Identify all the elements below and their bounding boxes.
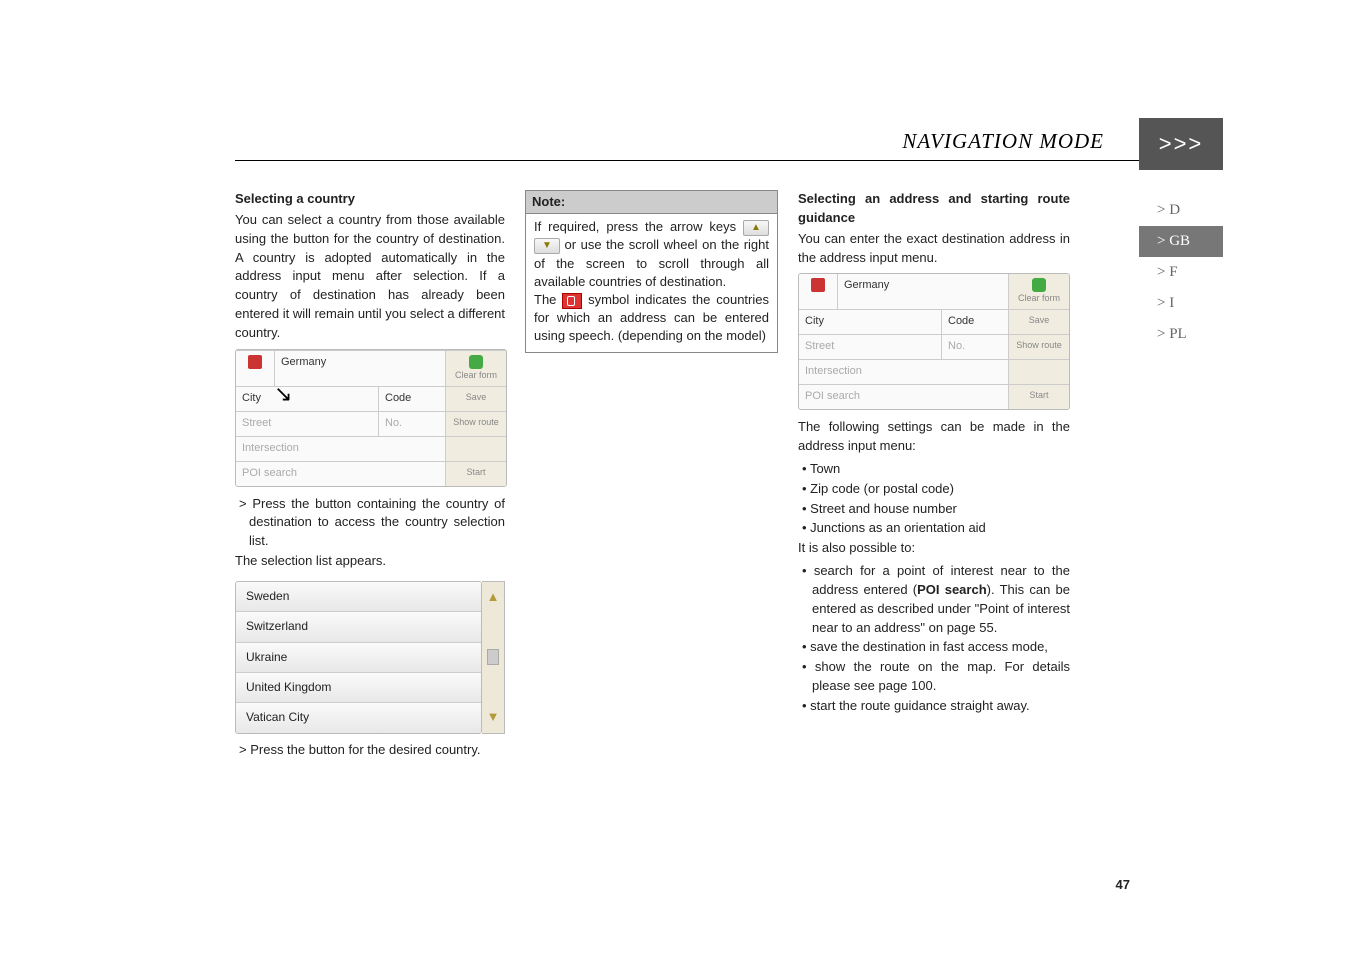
fig2-spacer xyxy=(1009,360,1069,384)
scroll-down-icon: ▼ xyxy=(487,708,500,727)
side-nav-item: > F xyxy=(1139,257,1223,288)
col3-bullet: save the destination in fast access mode… xyxy=(798,638,1070,657)
col1-p1: You can select a country from those avai… xyxy=(235,211,505,343)
fig2-show-label: Show route xyxy=(1009,335,1069,359)
list-item: Ukraine xyxy=(236,642,481,672)
col3-p3: It is also possible to: xyxy=(798,539,1070,558)
col3-bullet: Junctions as an orientation aid xyxy=(798,519,1070,538)
col3-p2: The following settings can be made in th… xyxy=(798,418,1070,456)
scroll-up-icon: ▲ xyxy=(487,588,500,607)
fig2-start-label: Start xyxy=(1009,385,1069,409)
column-3: Selecting an address and starting route … xyxy=(798,190,1070,761)
column-1: Selecting a country You can select a cou… xyxy=(235,190,505,761)
fig-start-label: Start xyxy=(446,462,506,486)
col3-bullet: Town xyxy=(798,460,1070,479)
col3-heading: Selecting an address and starting route … xyxy=(798,190,1070,228)
fig-show-label: Show route xyxy=(446,412,506,436)
fig-city: City xyxy=(236,387,379,411)
side-nav-item: > D xyxy=(1139,195,1223,226)
note-box: Note: If required, press the arrow keys … xyxy=(525,190,778,353)
list-item: United Kingdom xyxy=(236,672,481,702)
scroll-thumb xyxy=(487,649,499,665)
side-nav-item: > I xyxy=(1139,288,1223,319)
clear-icon xyxy=(469,355,483,369)
col1-p2: The selection list appears. xyxy=(235,552,505,571)
fig2-no: No. xyxy=(942,335,1009,359)
side-nav-item: > PL xyxy=(1139,319,1223,350)
clear-icon xyxy=(1032,278,1046,292)
note-title: Note: xyxy=(526,191,777,214)
speech-icon xyxy=(811,278,825,292)
address-input-figure: ↘ Germany Clear form City Code Save Stre… xyxy=(235,349,507,487)
list-item: Vatican City xyxy=(236,702,481,732)
note-p2a: The xyxy=(534,292,556,307)
page-section-title: NAVIGATION MODE xyxy=(902,129,1104,160)
fig-poi: POI search xyxy=(236,462,446,486)
arrow-up-key-icon: ▲ xyxy=(743,220,769,236)
col3-p1: You can enter the exact destination addr… xyxy=(798,230,1070,268)
header-chevrons: >>> xyxy=(1139,118,1223,170)
list-item: Sweden xyxy=(236,582,481,611)
fig2-city: City xyxy=(799,310,942,334)
fig2-street: Street xyxy=(799,335,942,359)
fig-street: Street xyxy=(236,412,379,436)
fig2-clear-label: Clear form xyxy=(1018,293,1060,303)
col3-bullet: start the route guidance straight away. xyxy=(798,697,1070,716)
fig-clear-label: Clear form xyxy=(455,370,497,380)
fig2-code: Code xyxy=(942,310,1009,334)
country-list-figure: Sweden Switzerland Ukraine United Kingdo… xyxy=(235,581,482,734)
fig-spacer xyxy=(446,437,506,461)
fig2-intersection: Intersection xyxy=(799,360,1009,384)
col3-bullet: Street and house number xyxy=(798,500,1070,519)
fig-intersection: Intersection xyxy=(236,437,446,461)
fig2-country: Germany xyxy=(838,274,1009,309)
note-p1a: If required, press the arrow keys xyxy=(534,219,736,234)
address-input-figure-2: Germany Clear form City Code Save Street… xyxy=(798,273,1070,410)
col1-heading: Selecting a country xyxy=(235,190,505,209)
col3-bullet: Zip code (or postal code) xyxy=(798,480,1070,499)
language-side-nav: > D > GB > F > I > PL xyxy=(1139,195,1223,350)
header-rule xyxy=(235,160,1172,161)
fig-code: Code xyxy=(379,387,446,411)
speech-icon xyxy=(248,355,262,369)
col3-b2-bold: POI search xyxy=(917,582,987,597)
col1-step1: Press the button containing the country … xyxy=(235,495,505,552)
list-item: Switzerland xyxy=(236,611,481,641)
fig-no: No. xyxy=(379,412,446,436)
fig2-save-label: Save xyxy=(1009,310,1069,334)
side-nav-item-active: > GB xyxy=(1139,226,1223,257)
fig-save-label: Save xyxy=(446,387,506,411)
speech-icon xyxy=(562,293,582,309)
col3-bullet: search for a point of interest near to t… xyxy=(798,562,1070,637)
arrow-down-key-icon: ▼ xyxy=(534,238,560,254)
column-2: Note: If required, press the arrow keys … xyxy=(525,190,778,761)
fig-country: Germany xyxy=(275,351,446,386)
col1-step2: Press the button for the desired country… xyxy=(235,741,505,760)
fig2-poi: POI search xyxy=(799,385,1009,409)
note-p1b: or use the scroll wheel on the right of … xyxy=(534,237,769,288)
col3-bullet: show the route on the map. For details p… xyxy=(798,658,1070,696)
page-number: 47 xyxy=(1116,877,1130,892)
